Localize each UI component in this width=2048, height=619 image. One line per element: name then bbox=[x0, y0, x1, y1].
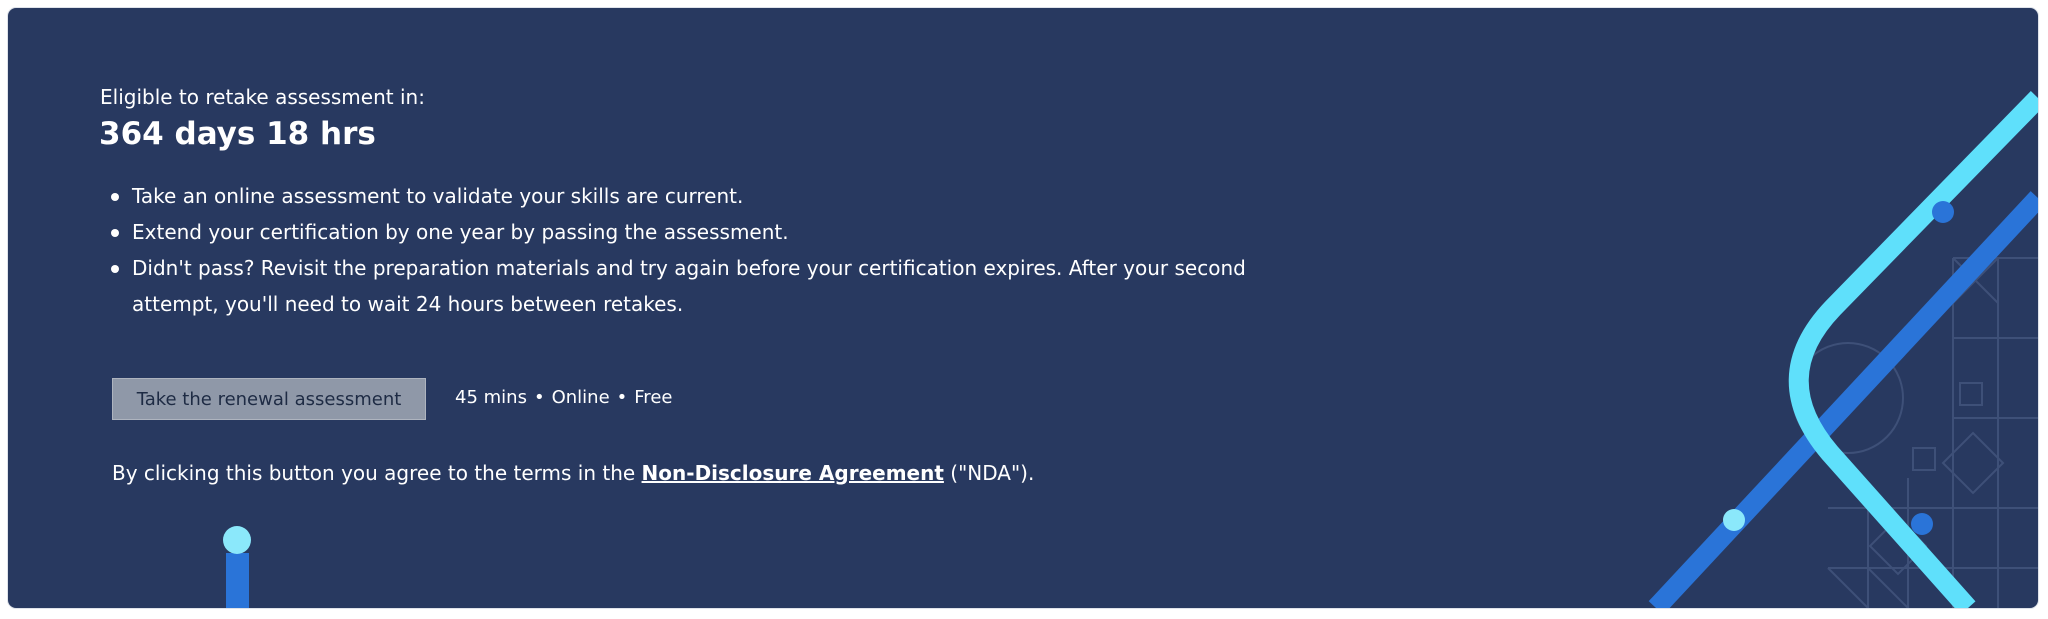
nda-prefix: By clicking this button you agree to the… bbox=[112, 461, 636, 485]
assessment-details: 45 mins • Online • Free bbox=[455, 387, 672, 408]
separator-dot: • bbox=[533, 387, 545, 408]
renewal-card: Eligible to retake assessment in: 364 da… bbox=[8, 8, 2038, 608]
decorative-metro-lines-illustration bbox=[1648, 91, 2038, 608]
take-renewal-assessment-button[interactable]: Take the renewal assessment bbox=[112, 378, 426, 420]
assessment-price: Free bbox=[634, 387, 673, 408]
list-item: Take an online assessment to validate yo… bbox=[111, 178, 1302, 214]
assessment-mode: Online bbox=[551, 387, 610, 408]
retake-eligibility-label: Eligible to retake assessment in: bbox=[100, 85, 425, 109]
list-item: Didn't pass? Revisit the preparation mat… bbox=[111, 250, 1302, 322]
renewal-info-list: Take an online assessment to validate yo… bbox=[100, 178, 1302, 322]
decorative-pin-illustration bbox=[223, 526, 251, 608]
nda-link[interactable]: Non-Disclosure Agreement bbox=[642, 461, 944, 485]
list-item: Extend your certification by one year by… bbox=[111, 214, 1302, 250]
assessment-duration: 45 mins bbox=[455, 387, 527, 408]
nda-agreement-text: By clicking this button you agree to the… bbox=[112, 461, 1034, 485]
nda-suffix: ("NDA"). bbox=[950, 461, 1035, 485]
retake-countdown: 364 days 18 hrs bbox=[99, 116, 376, 152]
separator-dot: • bbox=[616, 387, 628, 408]
